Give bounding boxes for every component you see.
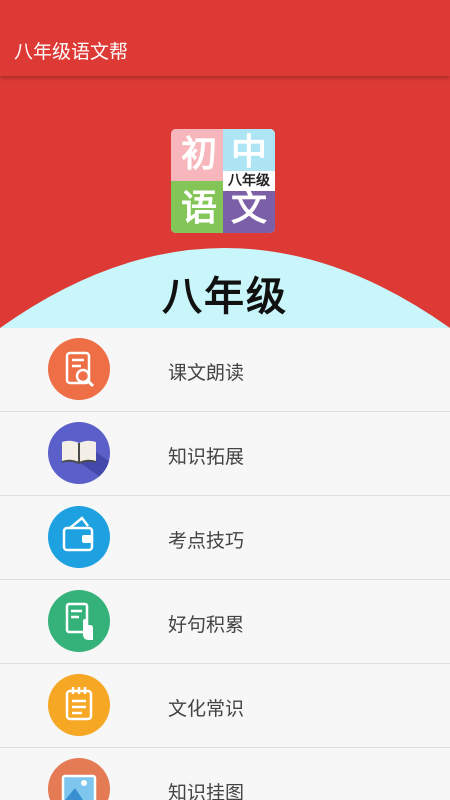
menu-item-label: 知识挂图	[168, 782, 245, 800]
menu-item-label: 课文朗读	[168, 362, 245, 384]
banner: 初 中 语 文 八年级 八年级	[0, 76, 450, 328]
menu-list: 课文朗读 知识拓展 考点技巧 好句积累 文化常识 知识挂图	[0, 328, 450, 800]
menu-item-skills[interactable]: 考点技巧	[0, 496, 450, 580]
app-bar: 八年级语文帮	[0, 0, 450, 76]
picture-icon	[48, 758, 110, 800]
app-logo: 初 中 语 文 八年级	[171, 129, 275, 233]
menu-item-sentences[interactable]: 好句积累	[0, 580, 450, 664]
grade-title: 八年级	[162, 274, 288, 320]
logo-char-2: 中	[230, 132, 267, 173]
menu-item-charts[interactable]: 知识挂图	[0, 748, 450, 800]
logo-char-4: 文	[230, 188, 267, 229]
logo-char-3: 语	[180, 188, 217, 229]
wallet-icon	[48, 506, 110, 568]
menu-item-label: 知识拓展	[168, 446, 245, 468]
menu-item-reading[interactable]: 课文朗读	[0, 328, 450, 412]
document-search-icon	[48, 338, 110, 400]
menu-item-label: 好句积累	[168, 614, 245, 636]
menu-item-label: 文化常识	[168, 698, 245, 720]
menu-item-knowledge[interactable]: 知识拓展	[0, 412, 450, 496]
open-book-icon	[48, 422, 110, 484]
logo-badge: 八年级	[223, 171, 275, 191]
notepad-icon	[48, 674, 110, 736]
logo-char-1: 初	[180, 134, 217, 175]
note-pointer-icon	[48, 590, 110, 652]
app-title: 八年级语文帮	[14, 41, 129, 63]
menu-item-label: 考点技巧	[168, 530, 245, 552]
menu-item-culture[interactable]: 文化常识	[0, 664, 450, 748]
